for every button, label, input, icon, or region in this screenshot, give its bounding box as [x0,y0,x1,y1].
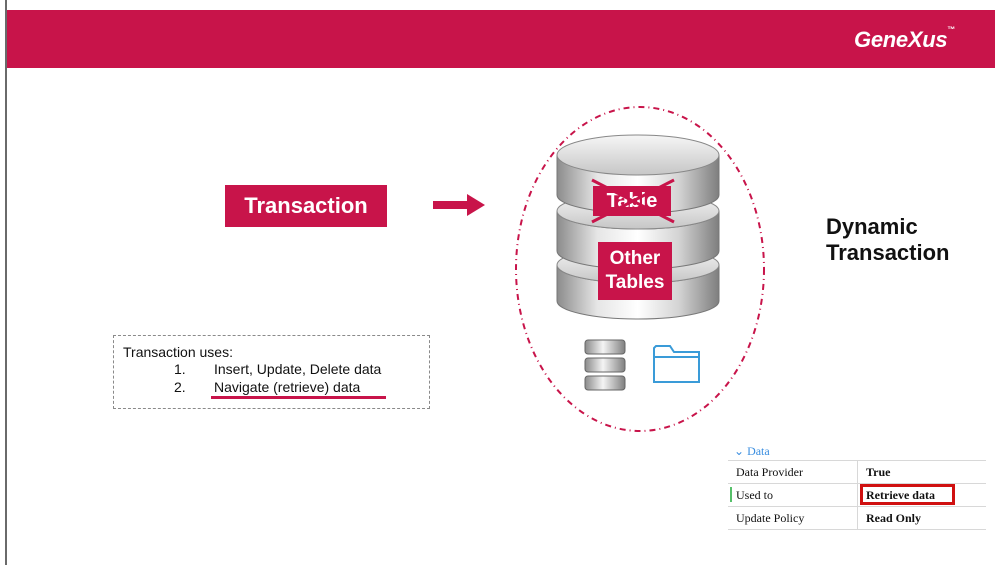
other-tables-line-1: Other [609,248,661,269]
property-key: Update Policy [736,511,805,525]
uses-item-2: 2. Navigate (retrieve) data [174,379,360,395]
uses-item-number: 2. [174,379,186,395]
dynamic-line-2: Transaction [826,240,950,265]
navigate-underline [211,396,386,399]
other-tables-line-2: Tables [605,272,665,293]
slide: GeneXus™ Transaction Other Tables Dynami… [0,0,995,565]
crossed-out-mark [591,178,675,224]
other-tables-label: Other Tables [598,242,672,300]
uses-item-1: 1. Insert, Update, Delete data [174,361,381,377]
uses-item-text: Navigate (retrieve) data [214,379,361,395]
small-database-icon [584,339,626,391]
brand-mark: ™ [947,25,955,34]
column-separator [857,484,858,506]
genexus-logo: GeneXus™ [854,25,955,53]
property-value[interactable]: True [866,465,890,480]
uses-item-number: 1. [174,361,186,377]
property-row-update-policy[interactable]: Update Policy Read Only [728,506,986,530]
uses-title: Transaction uses: [123,344,233,360]
uses-item-text: Insert, Update, Delete data [214,361,382,377]
transaction-label: Transaction [225,185,387,227]
dynamic-line-1: Dynamic [826,214,918,239]
property-key: Data Provider [736,465,803,479]
properties-panel: ⌄ Data Data Provider True Used to Retrie… [728,442,986,530]
brand-text: GeneXus [854,27,948,52]
property-row-used-to[interactable]: Used to Retrieve data [728,483,986,506]
right-arrow-icon [433,194,485,216]
left-border [5,0,7,565]
property-row-data-provider[interactable]: Data Provider True [728,460,986,483]
property-group-label: Data [747,444,770,458]
modified-indicator [730,487,732,502]
dynamic-transaction-title: Dynamic Transaction [826,214,949,266]
property-group-data[interactable]: ⌄ Data [728,442,986,460]
header-bar: GeneXus™ [7,10,995,68]
column-separator [857,507,858,529]
property-key: Used to [736,488,773,502]
property-value[interactable]: Read Only [866,511,921,526]
highlight-box [860,484,955,505]
column-separator [857,461,858,483]
folder-icon [653,345,700,383]
